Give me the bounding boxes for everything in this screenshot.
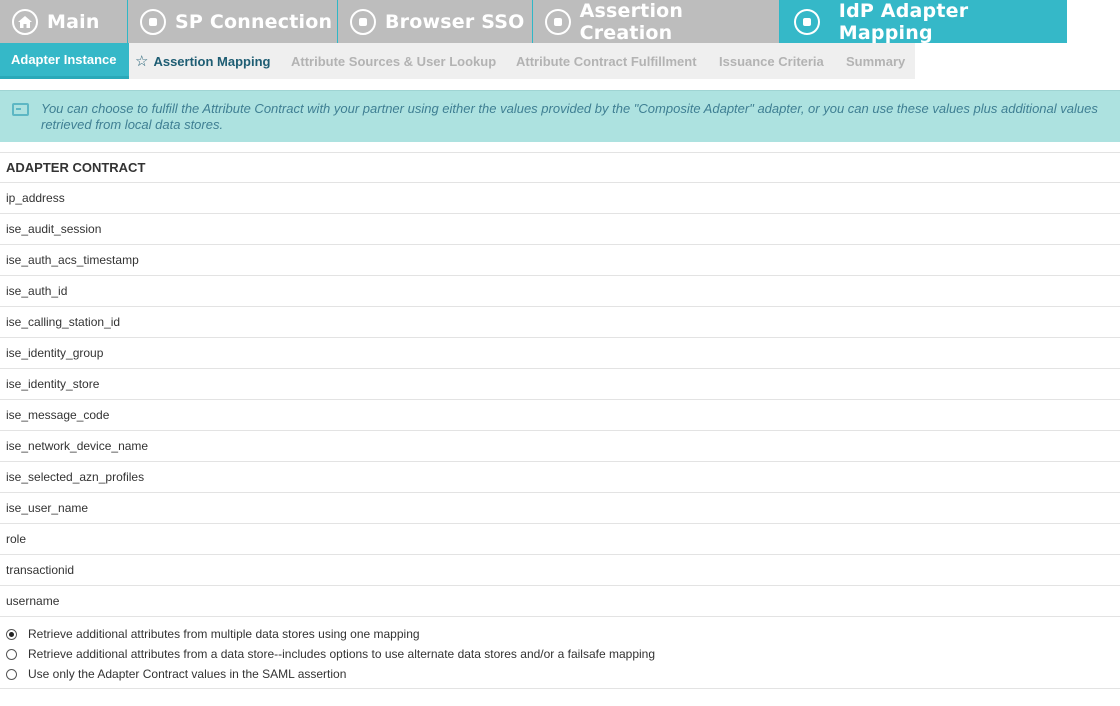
table-row: ise_audit_session — [0, 214, 1120, 245]
tab-main[interactable]: Main — [0, 0, 128, 43]
table-header: ADAPTER CONTRACT — [0, 152, 1120, 183]
sub-tab-issuance-criteria: Issuance Criteria — [719, 43, 824, 79]
sub-tab-assertion-mapping[interactable]: ☆ Assertion Mapping — [135, 43, 270, 79]
option-label: Retrieve additional attributes from mult… — [28, 627, 420, 641]
step-icon — [350, 8, 376, 35]
table-row: username — [0, 586, 1120, 617]
sub-tab-attribute-sources: Attribute Sources & User Lookup — [291, 43, 496, 79]
divider — [0, 688, 1120, 689]
table-row: ise_user_name — [0, 493, 1120, 524]
star-icon: ☆ — [135, 53, 149, 70]
tab-assertion-creation[interactable]: Assertion Creation — [533, 0, 780, 44]
table-row: ise_auth_acs_timestamp — [0, 245, 1120, 276]
sub-tab-label: Issuance Criteria — [719, 53, 824, 69]
table-row: role — [0, 524, 1120, 555]
table-row: ise_network_device_name — [0, 431, 1120, 462]
adapter-contract-table: ADAPTER CONTRACT ip_address ise_audit_se… — [0, 152, 1120, 617]
lookup-options: Retrieve additional attributes from mult… — [0, 624, 1120, 684]
option-adapter-contract-only[interactable]: Use only the Adapter Contract values in … — [0, 664, 1120, 684]
info-window-icon — [12, 103, 29, 116]
option-label: Retrieve additional attributes from a da… — [28, 647, 656, 661]
table-row: ise_identity_store — [0, 369, 1120, 400]
table-row: ise_selected_azn_profiles — [0, 462, 1120, 493]
info-banner: You can choose to fulfill the Attribute … — [0, 90, 1120, 142]
home-icon — [12, 8, 38, 35]
option-label: Use only the Adapter Contract values in … — [28, 667, 347, 681]
step-icon — [140, 8, 166, 35]
step-icon — [794, 8, 820, 35]
info-text: You can choose to fulfill the Attribute … — [41, 101, 1098, 132]
wizard-sub-tabs: Adapter Instance ☆ Assertion Mapping Att… — [0, 43, 1120, 79]
tab-label: Browser SSO — [385, 10, 525, 33]
radio-multiple-data-stores[interactable] — [6, 628, 17, 640]
tab-label: Assertion Creation — [579, 0, 684, 44]
sub-tab-label: Attribute Contract Fulfillment — [516, 53, 697, 69]
radio-single-data-store[interactable] — [6, 648, 17, 660]
table-row: transactionid — [0, 555, 1120, 586]
sub-tab-label: Adapter Instance — [11, 52, 117, 67]
wizard-top-tabs: Main SP Connection Browser SSO Assertion… — [0, 0, 1120, 44]
sub-tab-adapter-instance[interactable]: Adapter Instance — [0, 43, 129, 79]
tab-label: IdP Adapter Mapping — [838, 0, 969, 44]
table-row: ise_calling_station_id — [0, 307, 1120, 338]
radio-adapter-contract-only[interactable] — [6, 668, 17, 680]
option-single-data-store[interactable]: Retrieve additional attributes from a da… — [0, 644, 1120, 664]
sub-tab-label: Assertion Mapping — [153, 53, 271, 69]
option-multiple-data-stores[interactable]: Retrieve additional attributes from mult… — [0, 624, 1120, 644]
tab-label: SP Connection — [175, 10, 333, 33]
table-row: ise_message_code — [0, 400, 1120, 431]
sub-tab-attribute-contract-fulfillment: Attribute Contract Fulfillment — [516, 43, 697, 79]
sub-tab-summary: Summary — [846, 43, 905, 79]
tab-label: Main — [47, 10, 100, 33]
table-row: ise_auth_id — [0, 276, 1120, 307]
sub-tab-label: Attribute Sources & User Lookup — [291, 53, 497, 69]
sub-tab-label: Summary — [846, 53, 906, 69]
tab-idp-adapter-mapping[interactable]: IdP Adapter Mapping — [780, 0, 1067, 44]
table-row: ip_address — [0, 183, 1120, 214]
table-row: ise_identity_group — [0, 338, 1120, 369]
step-icon — [545, 8, 571, 35]
tab-sp-connection[interactable]: SP Connection — [128, 0, 338, 43]
tab-browser-sso[interactable]: Browser SSO — [338, 0, 533, 43]
